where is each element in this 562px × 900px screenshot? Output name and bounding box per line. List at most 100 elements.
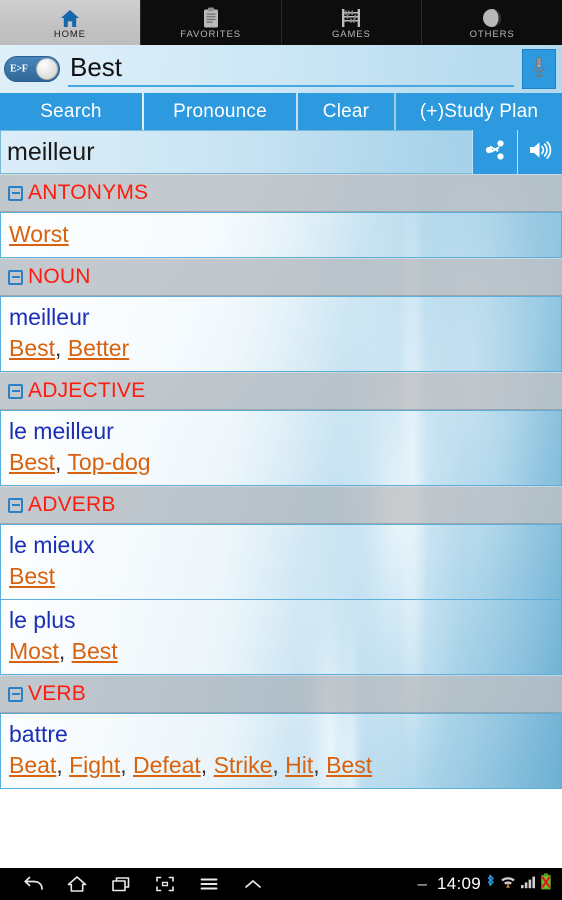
speak-button[interactable] — [517, 130, 562, 174]
search-input-underline — [68, 85, 514, 87]
status-icons-group: – 14:09 — [417, 873, 556, 895]
translation-separator: , — [55, 335, 68, 361]
translation-separator: , — [58, 638, 72, 664]
translation-link[interactable]: Hit — [285, 752, 313, 778]
section-header-adverb[interactable]: ADVERB — [0, 486, 562, 524]
status-clock: 14:09 — [436, 874, 481, 893]
translation-link[interactable]: Top-dog — [67, 449, 150, 475]
translation-link[interactable]: Strike — [214, 752, 273, 778]
minus-box-icon[interactable] — [8, 686, 23, 702]
android-navigation-bar: – 14:09 — [0, 868, 562, 900]
translation-link[interactable]: Best — [9, 563, 55, 589]
home-icon — [60, 6, 80, 28]
entry-french-term: meilleur — [9, 304, 90, 330]
entry-french-term: le mieux — [9, 532, 95, 558]
translation-link[interactable]: Best — [326, 752, 372, 778]
list-empty-space — [0, 789, 562, 868]
minus-box-icon[interactable] — [8, 383, 23, 399]
tab-home[interactable]: HOME — [0, 0, 141, 45]
action-button-row: Search Pronounce Clear (+)Study Plan — [0, 93, 562, 130]
signal-icon — [520, 874, 536, 894]
pronounce-button[interactable]: Pronounce — [144, 93, 296, 130]
bluetooth-icon — [485, 873, 496, 895]
recents-icon[interactable] — [108, 871, 134, 897]
entry-french-term: battre — [9, 721, 68, 747]
entry-french-term: le plus — [9, 607, 76, 633]
toggle-knob[interactable] — [36, 58, 58, 80]
tab-others[interactable]: OTHERS — [422, 0, 562, 45]
clear-button[interactable]: Clear — [298, 93, 394, 130]
translation-link[interactable]: Defeat — [133, 752, 201, 778]
back-icon[interactable] — [20, 871, 46, 897]
dictionary-entry[interactable]: battre Beat, Fight, Defeat, Strike, Hit, … — [0, 713, 562, 789]
section-header-noun[interactable]: NOUN — [0, 258, 562, 296]
nav-buttons-group — [6, 871, 266, 897]
search-header: E>F — [0, 45, 562, 93]
section-header-adjective[interactable]: ADJECTIVE — [0, 372, 562, 410]
pie-circle-icon — [482, 6, 502, 28]
dictionary-entry[interactable]: meilleur Best, Better — [0, 296, 562, 372]
minus-box-icon[interactable] — [8, 497, 23, 513]
section-header-verb[interactable]: VERB — [0, 675, 562, 713]
dictionary-entry[interactable]: le meilleur Best, Top-dog — [0, 410, 562, 486]
section-title: ADJECTIVE — [28, 379, 146, 402]
entry-english-translations: Best — [9, 560, 553, 592]
result-word-box[interactable]: meilleur — [0, 130, 472, 174]
translation-separator: , — [55, 449, 68, 475]
dictionary-entry[interactable]: Worst — [0, 212, 562, 258]
clipboard-icon — [203, 6, 219, 28]
translation-link[interactable]: Fight — [69, 752, 120, 778]
section-title: VERB — [28, 682, 86, 705]
abacus-icon — [341, 6, 361, 28]
translation-link[interactable]: Best — [9, 449, 55, 475]
entry-english-translations: Worst — [9, 218, 553, 250]
entry-english-translations: Best, Top-dog — [9, 446, 553, 478]
tab-others-label: OTHERS — [469, 28, 515, 40]
tab-favorites-label: FAVORITES — [180, 28, 241, 40]
language-direction-toggle[interactable]: E>F — [4, 56, 60, 82]
search-input-wrapper — [68, 49, 514, 89]
translation-link[interactable]: Best — [72, 638, 118, 664]
main-tab-bar: HOME FAVORITES GAMES OTHERS — [0, 0, 562, 45]
tab-home-label: HOME — [53, 28, 86, 40]
microphone-icon — [531, 56, 547, 83]
translation-separator: , — [120, 752, 134, 778]
dictionary-entry[interactable]: le plus Most, Best — [0, 600, 562, 675]
wifi-icon — [500, 874, 516, 895]
translation-link[interactable]: Best — [9, 335, 55, 361]
tab-favorites[interactable]: FAVORITES — [140, 0, 282, 45]
language-direction-label: E>F — [10, 63, 28, 75]
result-word-row: meilleur — [0, 130, 562, 174]
translation-link[interactable]: Beat — [9, 752, 56, 778]
minus-box-icon[interactable] — [8, 269, 23, 285]
translation-separator: , — [200, 752, 214, 778]
app-root: HOME FAVORITES GAMES OTHERS E>F Best Sea… — [0, 0, 562, 900]
screenshot-icon[interactable] — [152, 871, 178, 897]
entry-english-translations: Best, Better — [9, 332, 553, 364]
minus-box-icon[interactable] — [8, 185, 23, 201]
battery-icon — [540, 873, 552, 895]
speaker-icon — [528, 139, 552, 166]
translation-link[interactable]: Better — [68, 335, 129, 361]
chevron-up-icon[interactable] — [240, 871, 266, 897]
home-icon[interactable] — [64, 871, 90, 897]
entry-french-term: le meilleur — [9, 418, 114, 444]
translation-link[interactable]: Most — [9, 638, 59, 664]
entry-english-translations: Beat, Fight, Defeat, Strike, Hit, Best — [9, 749, 553, 781]
translation-separator: , — [313, 752, 327, 778]
study-plan-button[interactable]: (+)Study Plan — [396, 93, 562, 130]
search-button[interactable]: Search — [0, 93, 142, 130]
section-header-antonyms[interactable]: ANTONYMS — [0, 174, 562, 212]
result-word: meilleur — [7, 137, 95, 166]
tab-games-label: GAMES — [331, 28, 371, 40]
section-title: ANTONYMS — [28, 181, 149, 204]
search-input[interactable] — [68, 52, 514, 86]
menu-icon[interactable] — [196, 871, 222, 897]
tab-games[interactable]: GAMES — [281, 0, 423, 45]
translation-link[interactable]: Worst — [9, 221, 69, 247]
section-title: ADVERB — [28, 493, 116, 516]
voice-search-button[interactable] — [522, 49, 556, 89]
translation-separator: , — [272, 752, 286, 778]
dictionary-entry[interactable]: le mieux Best — [0, 524, 562, 600]
share-button[interactable] — [472, 130, 517, 174]
